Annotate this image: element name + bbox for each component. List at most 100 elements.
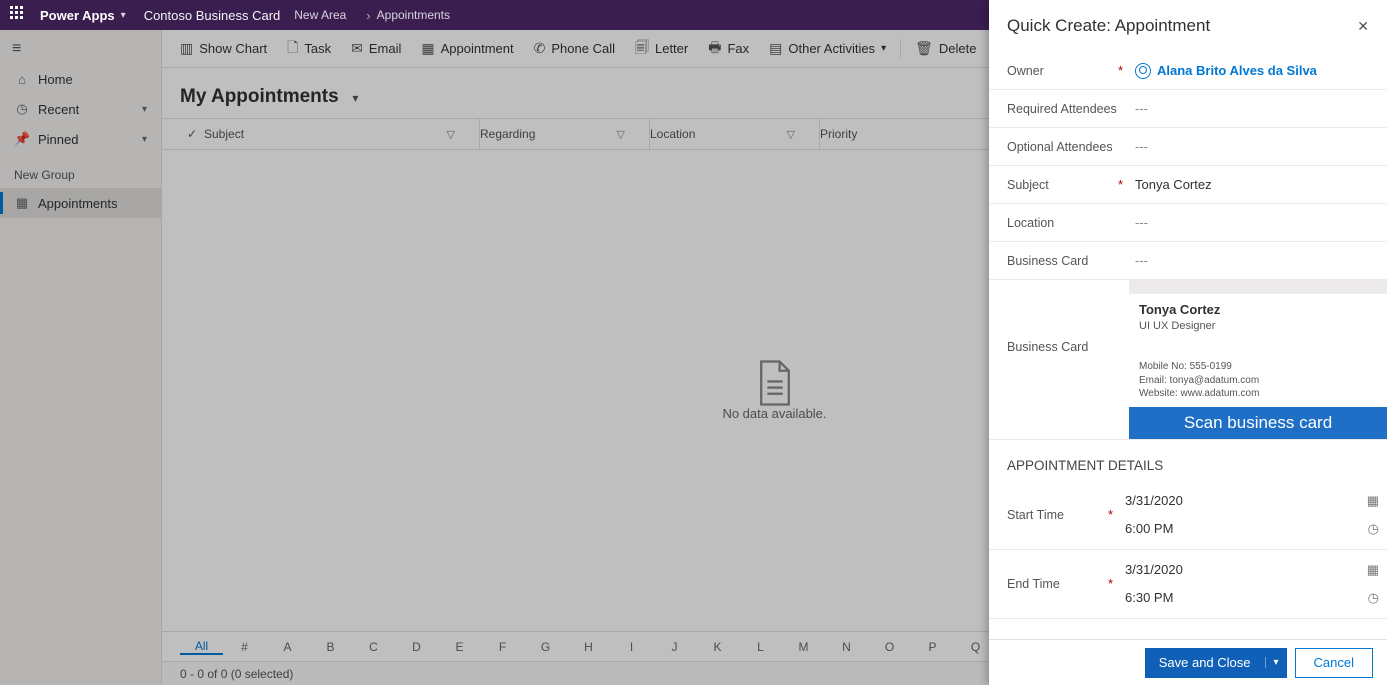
alpha-letter[interactable]: C <box>352 640 395 654</box>
alpha-letter[interactable]: K <box>696 640 739 654</box>
required-marker: * <box>1118 178 1123 192</box>
owner-value[interactable]: Alana Brito Alves da Silva <box>1129 63 1379 79</box>
chevron-down-icon[interactable]: ▾ <box>121 10 126 21</box>
quick-create-panel: Quick Create: Appointment ✕ Owner* Alana… <box>989 0 1387 685</box>
business-card-preview: Tonya Cortez UI UX Designer Mobile No: 5… <box>1129 280 1387 439</box>
panel-body[interactable]: Owner* Alana Brito Alves da Silva Requir… <box>989 52 1387 639</box>
alpha-letter[interactable]: P <box>911 640 954 654</box>
alpha-letter[interactable]: D <box>395 640 438 654</box>
breadcrumb-entity[interactable]: Appointments <box>377 8 450 22</box>
chevron-down-icon[interactable]: ▾ <box>352 91 358 105</box>
field-start-time[interactable]: Start Time* 3/31/2020▦ 6:00 PM◷ <box>989 481 1387 550</box>
document-icon <box>756 360 794 406</box>
nav-recent-label: Recent <box>38 102 79 117</box>
filter-icon[interactable]: ▽ <box>447 128 455 141</box>
chevron-down-icon: ▾ <box>142 104 147 115</box>
required-marker: * <box>1108 577 1113 591</box>
field-subject[interactable]: Subject* Tonya Cortez <box>989 166 1387 204</box>
field-location[interactable]: Location --- <box>989 204 1387 242</box>
cmd-letter[interactable]: 🗐Letter <box>625 30 698 67</box>
panel-title: Quick Create: Appointment <box>1007 16 1210 36</box>
letter-icon: 🗐 <box>635 37 649 61</box>
cmd-phone-call[interactable]: ✆Phone Call <box>524 30 625 67</box>
chevron-down-icon: ▾ <box>881 43 886 54</box>
alpha-letter[interactable]: L <box>739 640 782 654</box>
field-business-card-ref[interactable]: Business Card --- <box>989 242 1387 280</box>
activities-icon: ▤ <box>769 40 782 57</box>
pin-icon: 📌 <box>14 131 30 147</box>
save-and-close-button[interactable]: Save and Close ▾ <box>1145 648 1287 678</box>
fax-icon: 🖶 <box>708 37 721 61</box>
col-regarding[interactable]: Regarding▽ <box>480 119 650 149</box>
col-subject[interactable]: ✓Subject▽ <box>180 119 480 149</box>
end-time-input[interactable]: 6:30 PM◷ <box>1119 584 1379 612</box>
field-optional-attendees[interactable]: Optional Attendees --- <box>989 128 1387 166</box>
alpha-letter[interactable]: B <box>309 640 352 654</box>
section-appointment-details: APPOINTMENT DETAILS <box>989 440 1387 481</box>
view-title[interactable]: My Appointments <box>180 86 339 108</box>
trash-icon: 🗑 <box>915 40 933 57</box>
environment-name[interactable]: Contoso Business Card <box>144 8 281 23</box>
start-time-input[interactable]: 6:00 PM◷ <box>1119 515 1379 543</box>
scan-business-card-button[interactable]: Scan business card <box>1129 407 1387 439</box>
record-count: 0 - 0 of 0 (0 selected) <box>180 667 293 681</box>
filter-icon[interactable]: ▽ <box>787 128 795 141</box>
separator <box>900 39 901 59</box>
alpha-letter[interactable]: N <box>825 640 868 654</box>
calendar-icon: ▦ <box>421 40 434 57</box>
card-name: Tonya Cortez <box>1139 302 1377 317</box>
nav-pinned[interactable]: 📌Pinned▾ <box>0 124 161 154</box>
clock-icon[interactable]: ◷ <box>1368 590 1379 606</box>
col-location[interactable]: Location▽ <box>650 119 820 149</box>
alpha-all[interactable]: All <box>180 639 223 655</box>
hamburger-icon[interactable]: ≡ <box>0 34 161 64</box>
cmd-delete[interactable]: 🗑Delete <box>905 30 986 67</box>
waffle-icon[interactable] <box>10 6 28 24</box>
nav-recent[interactable]: ◷ Recent ▾ <box>0 94 161 124</box>
col-priority[interactable]: Priority <box>820 119 970 149</box>
clock-icon: ◷ <box>14 101 30 117</box>
alpha-letter[interactable]: E <box>438 640 481 654</box>
phone-icon: ✆ <box>534 40 546 57</box>
alpha-letter[interactable]: F <box>481 640 524 654</box>
field-business-card-image: Business Card Tonya Cortez UI UX Designe… <box>989 280 1387 440</box>
cmd-task[interactable]: 🗋Task <box>277 30 341 67</box>
cmd-email[interactable]: ✉Email <box>341 30 411 67</box>
filter-icon[interactable]: ▽ <box>617 128 625 141</box>
chevron-down-icon: ▾ <box>142 134 147 145</box>
alpha-letter[interactable]: O <box>868 640 911 654</box>
alpha-letter[interactable]: I <box>610 640 653 654</box>
breadcrumb-area[interactable]: New Area <box>294 8 346 22</box>
nav-appointments[interactable]: ▦Appointments <box>0 188 161 218</box>
chevron-down-icon[interactable]: ▾ <box>1265 657 1287 668</box>
field-owner[interactable]: Owner* Alana Brito Alves da Silva <box>989 52 1387 90</box>
alpha-letter[interactable]: M <box>782 640 825 654</box>
check-icon[interactable]: ✓ <box>180 127 204 141</box>
cmd-fax[interactable]: 🖶Fax <box>698 30 759 67</box>
nav-home[interactable]: ⌂Home <box>0 64 161 94</box>
left-nav: ≡ ⌂Home ◷ Recent ▾ 📌Pinned▾ New Group ▦App… <box>0 30 162 685</box>
cancel-button[interactable]: Cancel <box>1295 648 1373 678</box>
alpha-letter[interactable]: J <box>653 640 696 654</box>
calendar-icon[interactable]: ▦ <box>1367 493 1379 509</box>
clock-icon[interactable]: ◷ <box>1368 521 1379 537</box>
card-mobile: Mobile No: 555-0199 <box>1139 360 1377 374</box>
calendar-icon[interactable]: ▦ <box>1367 562 1379 578</box>
nav-group-label: New Group <box>0 154 161 188</box>
alpha-letter[interactable]: G <box>524 640 567 654</box>
start-date-input[interactable]: 3/31/2020▦ <box>1119 487 1379 515</box>
cmd-other-activities[interactable]: ▤Other Activities▾ <box>759 30 896 67</box>
card-title: UI UX Designer <box>1139 320 1377 332</box>
field-required-attendees[interactable]: Required Attendees --- <box>989 90 1387 128</box>
app-name[interactable]: Power Apps <box>40 8 115 23</box>
end-date-input[interactable]: 3/31/2020▦ <box>1119 556 1379 584</box>
alpha-letter[interactable]: H <box>567 640 610 654</box>
close-icon[interactable]: ✕ <box>1357 18 1369 35</box>
empty-state-text: No data available. <box>722 406 826 421</box>
required-marker: * <box>1108 508 1113 522</box>
field-end-time[interactable]: End Time* 3/31/2020▦ 6:30 PM◷ <box>989 550 1387 619</box>
alpha-letter[interactable]: A <box>266 640 309 654</box>
cmd-show-chart[interactable]: ▥Show Chart <box>170 30 277 67</box>
cmd-appointment[interactable]: ▦Appointment <box>411 30 523 67</box>
alpha-hash[interactable]: # <box>223 640 266 654</box>
